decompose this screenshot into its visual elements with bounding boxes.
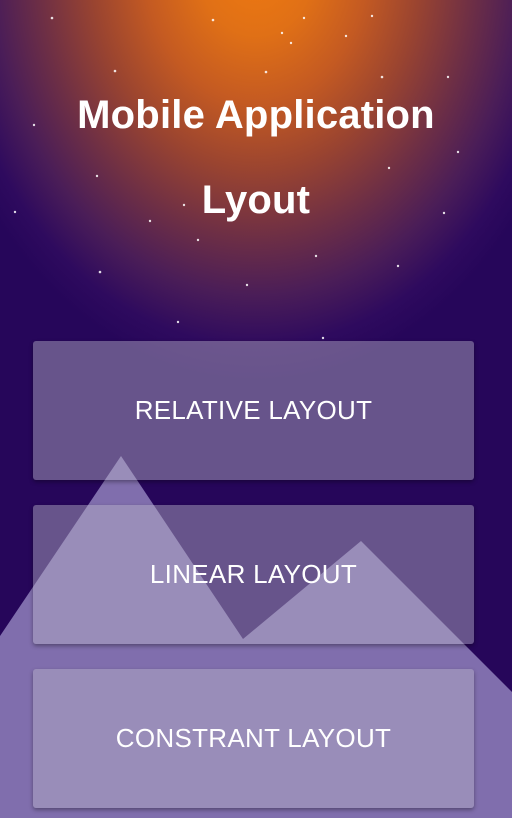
constraint-layout-button[interactable]: CONSTRANT LAYOUT — [33, 669, 474, 808]
app-screen: Mobile Application Lyout RELATIVE LAYOUT… — [0, 0, 512, 818]
relative-layout-button[interactable]: RELATIVE LAYOUT — [33, 341, 474, 480]
linear-layout-button[interactable]: LINEAR LAYOUT — [33, 505, 474, 644]
constraint-layout-label: CONSTRANT LAYOUT — [115, 723, 392, 753]
relative-layout-label: RELATIVE LAYOUT — [134, 395, 373, 425]
linear-layout-label: LINEAR LAYOUT — [149, 559, 358, 589]
